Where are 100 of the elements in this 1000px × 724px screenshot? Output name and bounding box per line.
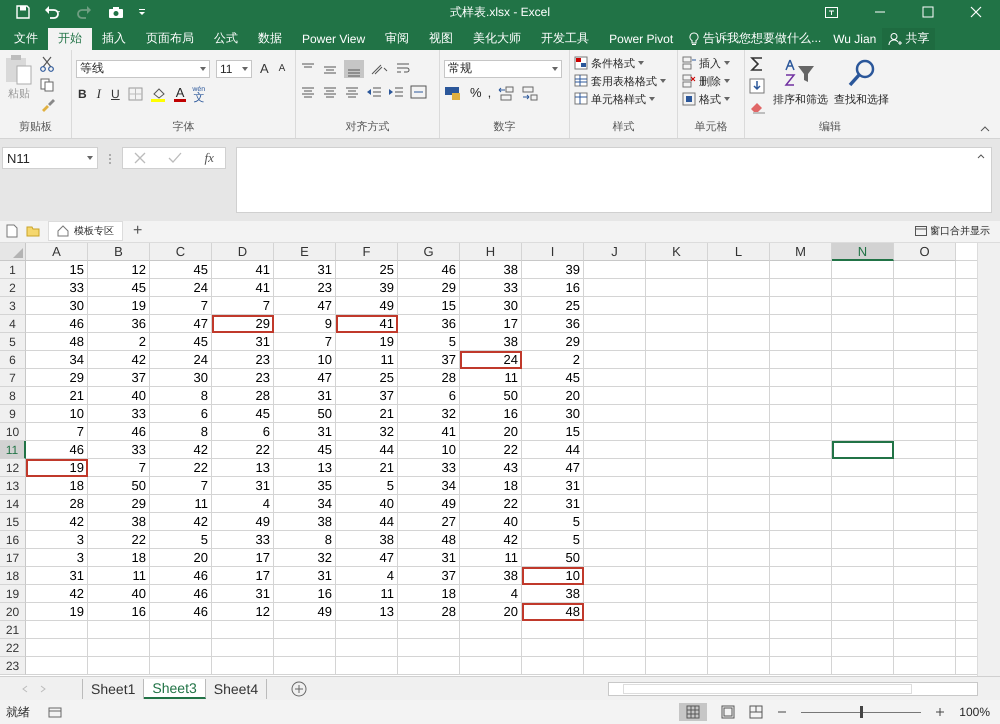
new-document-icon[interactable] (6, 224, 18, 238)
underline-button[interactable]: U (109, 86, 122, 101)
insert-button[interactable]: 插入 (699, 56, 730, 71)
row-header[interactable]: 23 (0, 656, 26, 675)
format-button[interactable]: 格式 (699, 92, 730, 107)
name-box[interactable]: N11 (2, 147, 98, 170)
column-header[interactable]: A (26, 242, 88, 261)
row-header[interactable]: 15 (0, 512, 26, 531)
row-header[interactable]: 7 (0, 368, 26, 387)
copy-icon[interactable] (40, 78, 56, 92)
clipboard-icon[interactable] (4, 54, 34, 86)
zoom-in-icon[interactable] (935, 707, 946, 718)
tell-me-search[interactable]: 告诉我您想要做什么... (689, 28, 822, 50)
page-break-icon[interactable] (749, 705, 764, 720)
ribbon-tab[interactable]: 数据 (248, 28, 292, 50)
grow-font-button[interactable]: A (258, 61, 271, 76)
template-tab[interactable]: 模板专区 (48, 221, 123, 242)
customize-caret-icon[interactable] (138, 8, 146, 16)
increase-decimal-icon[interactable] (497, 84, 516, 101)
row-header[interactable]: 12 (0, 458, 26, 477)
horizontal-scrollbar[interactable] (608, 682, 978, 696)
sheet-tab[interactable]: Sheet4 (206, 678, 268, 699)
ribbon-tab[interactable]: 视图 (419, 28, 464, 50)
macro-record-icon[interactable] (48, 706, 62, 718)
find-select-button[interactable]: 查找和选择 (834, 54, 889, 120)
row-header[interactable]: 1 (0, 260, 26, 279)
ribbon-tab[interactable]: 开始 (48, 28, 92, 50)
orientation-icon[interactable] (370, 62, 390, 76)
align-text-icon[interactable] (344, 84, 360, 99)
comma-button[interactable]: , (488, 85, 492, 100)
row-header[interactable]: 14 (0, 494, 26, 513)
ribbon-tab[interactable]: 文件 (4, 28, 48, 50)
normal-view-icon[interactable] (679, 703, 708, 722)
borders-icon[interactable] (128, 86, 144, 101)
column-header[interactable]: I (522, 242, 584, 261)
row-header[interactable]: 2 (0, 278, 26, 297)
user-name[interactable]: Wu Jian (833, 28, 876, 50)
sheet-tab[interactable]: Sheet3 (144, 678, 206, 699)
row-header[interactable]: 22 (0, 638, 26, 657)
column-header[interactable]: J (584, 242, 646, 261)
row-header[interactable]: 13 (0, 476, 26, 495)
sort-filter-button[interactable]: 排序和筛选 (773, 54, 828, 120)
column-header[interactable]: H (460, 242, 522, 261)
close-icon[interactable] (970, 6, 982, 18)
undo-icon[interactable] (44, 5, 62, 20)
collapse-formula-icon[interactable] (977, 154, 985, 160)
merge-cells-icon[interactable] (410, 84, 428, 99)
row-header[interactable]: 19 (0, 584, 26, 603)
increase-indent-icon[interactable] (388, 84, 404, 99)
row-header[interactable]: 9 (0, 404, 26, 423)
maximize-icon[interactable] (922, 6, 934, 18)
row-header[interactable]: 10 (0, 422, 26, 441)
vertical-scrollbar[interactable] (977, 242, 1000, 676)
fill-down-icon[interactable] (749, 78, 765, 94)
delete-button[interactable]: 删除 (699, 74, 730, 89)
merge-windows-button[interactable]: 窗口合并显示 (915, 224, 990, 238)
ribbon-tab[interactable]: Power Pivot (599, 28, 684, 50)
column-header[interactable]: G (398, 242, 460, 261)
column-header[interactable]: N (832, 242, 894, 261)
font-name-field[interactable]: 等线 (76, 60, 210, 78)
ribbon-tab[interactable]: 页面布局 (136, 28, 204, 50)
ribbon-tab[interactable]: 美化大师 (463, 28, 532, 50)
zoom-level[interactable]: 100% (959, 705, 990, 720)
ribbon-tab[interactable]: 插入 (92, 28, 136, 50)
table-format-button[interactable]: 套用表格格式 (591, 74, 666, 89)
bold-button[interactable]: B (76, 86, 89, 101)
ribbon-tab[interactable]: Power View (292, 28, 376, 50)
sum-icon[interactable] (749, 56, 765, 72)
column-header[interactable]: D (212, 242, 274, 261)
row-header[interactable]: 21 (0, 620, 26, 639)
ribbon-tab[interactable]: 开发工具 (531, 28, 600, 50)
row-header[interactable]: 8 (0, 386, 26, 405)
row-header[interactable]: 3 (0, 296, 26, 315)
column-header[interactable]: E (274, 242, 336, 261)
row-header[interactable]: 11 (0, 440, 26, 459)
row-header[interactable]: 20 (0, 602, 26, 621)
ribbon-display-icon[interactable] (825, 6, 838, 18)
percent-button[interactable]: % (470, 85, 482, 100)
row-header[interactable]: 17 (0, 548, 26, 567)
cell-styles-button[interactable]: 单元格样式 (591, 92, 655, 107)
insert-function-button[interactable]: fx (204, 150, 214, 166)
row-header[interactable]: 4 (0, 314, 26, 333)
decrease-decimal-icon[interactable] (521, 84, 540, 101)
font-size-field[interactable]: 11 (216, 60, 252, 78)
font-color-button[interactable]: A (174, 86, 186, 102)
row-header[interactable]: 16 (0, 530, 26, 549)
camera-icon[interactable] (108, 6, 124, 19)
align-text-icon[interactable] (300, 84, 316, 99)
save-icon[interactable] (16, 5, 30, 20)
bottom-align-icon[interactable] (344, 60, 364, 78)
add-tab-button[interactable]: + (131, 223, 144, 240)
ribbon-tab[interactable]: 审阅 (375, 28, 420, 50)
ribbon-tab[interactable]: 公式 (204, 28, 248, 50)
active-cell[interactable] (832, 440, 894, 459)
number-format-field[interactable]: 常规 (444, 60, 562, 78)
column-header[interactable]: L (708, 242, 770, 261)
column-header[interactable]: M (770, 242, 832, 261)
formula-input-field[interactable] (236, 147, 992, 214)
fill-color-icon[interactable] (150, 86, 168, 102)
conditional-format-button[interactable]: 条件格式 (591, 56, 644, 71)
